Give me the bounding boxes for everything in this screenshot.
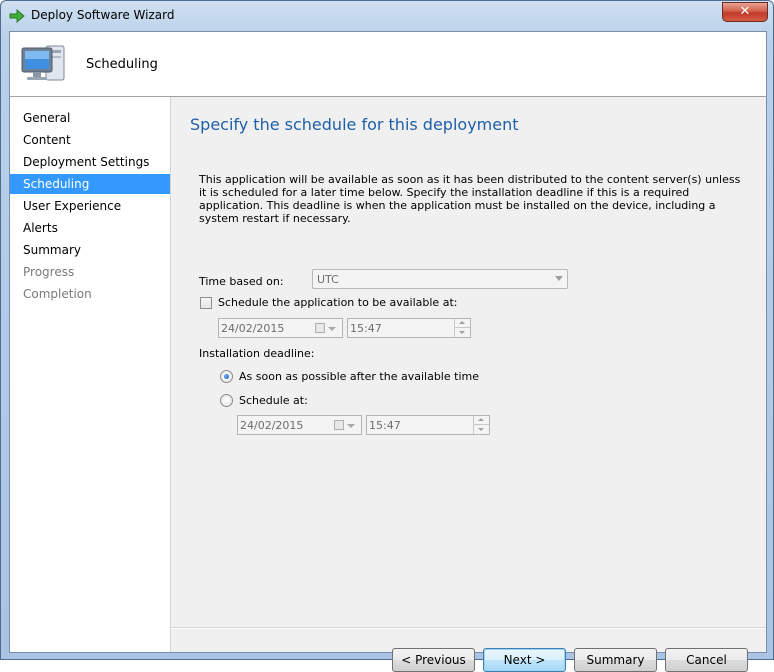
time-spinner[interactable] bbox=[473, 416, 489, 434]
nav-item-summary[interactable]: Summary bbox=[10, 240, 170, 260]
deadline-date-value: 24/02/2015 bbox=[240, 419, 304, 432]
deadline-schedule-radio[interactable] bbox=[220, 394, 233, 407]
nav-item-completion: Completion bbox=[23, 287, 92, 301]
summary-button[interactable]: Summary bbox=[574, 648, 657, 672]
available-time-field[interactable]: 15:47 bbox=[347, 318, 471, 338]
cancel-button[interactable]: Cancel bbox=[665, 648, 748, 672]
page-description: This application will be available as so… bbox=[199, 173, 741, 225]
deadline-time-value: 15:47 bbox=[369, 419, 401, 432]
deadline-time-field[interactable]: 15:47 bbox=[366, 415, 490, 435]
wizard-page: Specify the schedule for this deployment… bbox=[171, 97, 766, 672]
spin-up-icon[interactable] bbox=[455, 319, 470, 328]
time-based-on-label: Time based on: bbox=[199, 275, 284, 288]
deadline-date-picker[interactable]: 24/02/2015 bbox=[237, 415, 362, 435]
footer-divider-highlight bbox=[171, 628, 766, 629]
available-date-picker[interactable]: 24/02/2015 bbox=[218, 318, 343, 338]
calendar-icon bbox=[334, 420, 344, 430]
title-bar[interactable]: Deploy Software Wizard ✕ bbox=[1, 1, 773, 31]
wizard-window: Deploy Software Wizard ✕ Scheduling Gene… bbox=[0, 0, 774, 672]
arrow-right-icon bbox=[9, 9, 25, 23]
wizard-client-area: Scheduling General Content Deployment Se… bbox=[9, 31, 767, 672]
schedule-available-checkbox[interactable] bbox=[200, 297, 212, 309]
close-button[interactable]: ✕ bbox=[722, 2, 768, 22]
wizard-banner: Scheduling bbox=[10, 32, 766, 97]
nav-item-alerts[interactable]: Alerts bbox=[10, 218, 170, 238]
previous-button[interactable]: < Previous bbox=[392, 648, 475, 672]
chevron-down-icon bbox=[328, 327, 336, 331]
next-button[interactable]: Next > bbox=[483, 648, 566, 672]
available-time-value: 15:47 bbox=[350, 322, 382, 335]
chevron-down-icon bbox=[347, 424, 355, 428]
nav-item-progress: Progress bbox=[23, 265, 75, 279]
nav-item-user-experience[interactable]: User Experience bbox=[10, 196, 170, 216]
banner-title: Scheduling bbox=[86, 57, 158, 72]
page-heading: Specify the schedule for this deployment bbox=[190, 115, 519, 134]
deadline-asap-label: As soon as possible after the available … bbox=[239, 370, 479, 383]
available-date-value: 24/02/2015 bbox=[221, 322, 285, 335]
computer-icon bbox=[21, 45, 65, 81]
time-based-on-select[interactable]: UTC bbox=[312, 269, 568, 289]
chevron-down-icon bbox=[555, 276, 563, 281]
nav-item-general[interactable]: General bbox=[10, 108, 170, 128]
calendar-icon bbox=[315, 323, 325, 333]
nav-item-scheduling[interactable]: Scheduling bbox=[10, 174, 170, 194]
time-spinner[interactable] bbox=[454, 319, 470, 337]
wizard-nav: General Content Deployment Settings Sche… bbox=[10, 97, 171, 652]
spin-down-icon[interactable] bbox=[455, 328, 470, 337]
spin-down-icon[interactable] bbox=[474, 425, 489, 434]
time-based-on-value: UTC bbox=[317, 273, 339, 286]
deadline-asap-radio[interactable] bbox=[220, 370, 233, 383]
spin-up-icon[interactable] bbox=[474, 416, 489, 425]
window-title: Deploy Software Wizard bbox=[31, 8, 175, 22]
installation-deadline-label: Installation deadline: bbox=[199, 347, 315, 360]
nav-item-content[interactable]: Content bbox=[10, 130, 170, 150]
deadline-schedule-label: Schedule at: bbox=[239, 394, 308, 407]
schedule-available-label: Schedule the application to be available… bbox=[218, 296, 458, 309]
nav-item-deployment-settings[interactable]: Deployment Settings bbox=[10, 152, 170, 172]
